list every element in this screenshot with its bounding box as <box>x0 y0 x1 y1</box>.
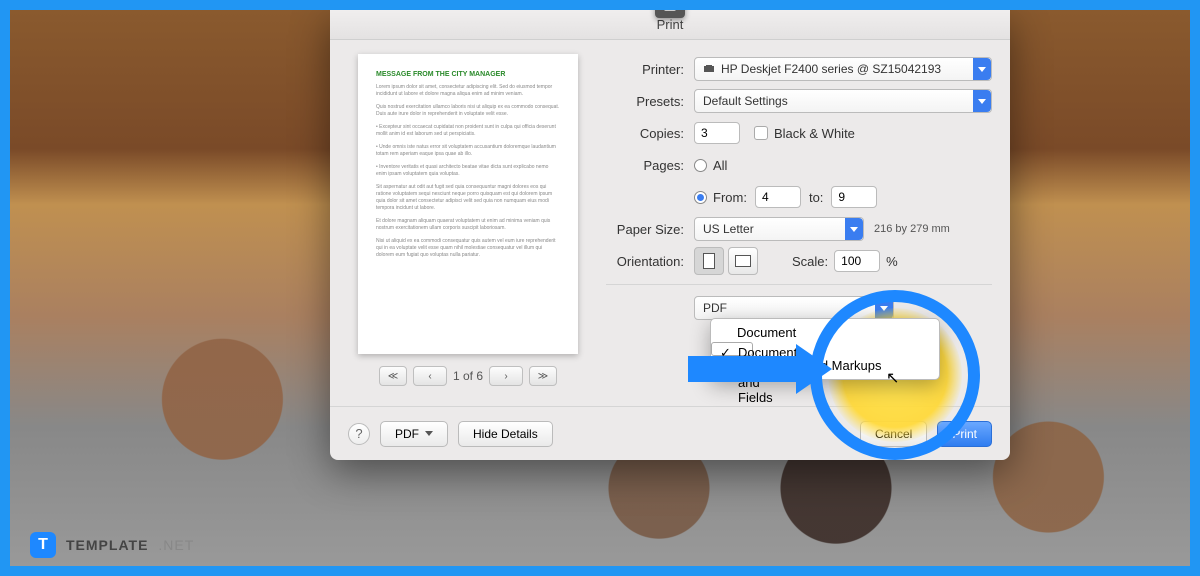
separator <box>606 284 992 285</box>
brand-logo-icon: T <box>30 532 56 558</box>
orientation-label: Orientation: <box>606 254 694 269</box>
paper-size-label: Paper Size: <box>606 222 694 237</box>
brand-watermark: T TEMPLATE .NET <box>30 532 194 558</box>
print-dialog: Print MESSAGE FROM THE CITY MANAGER Lore… <box>330 10 1010 460</box>
pages-range-radio[interactable] <box>694 191 707 204</box>
pages-to-label: to: <box>809 190 823 205</box>
printer-icon <box>703 63 715 75</box>
layout-dropdown[interactable]: PDF <box>694 296 894 320</box>
dialog-footer: ? PDF Hide Details Cancel Print <box>330 406 1010 460</box>
cursor-icon: ↖ <box>886 368 899 388</box>
cancel-label: Cancel <box>875 427 912 441</box>
pages-all-radio[interactable] <box>694 159 707 172</box>
submenu-item-document[interactable]: Document <box>711 323 939 342</box>
pages-all-label: All <box>713 158 727 173</box>
bw-label: Black & White <box>774 126 855 141</box>
printer-dropdown[interactable]: HP Deskjet F2400 series @ SZ15042193 <box>694 57 992 81</box>
preview-column: MESSAGE FROM THE CITY MANAGER Lorem ipsu… <box>348 54 588 402</box>
printer-value: HP Deskjet F2400 series @ SZ15042193 <box>721 62 941 76</box>
print-label: Print <box>952 427 977 441</box>
annotation-arrow <box>688 356 798 382</box>
chevron-down-icon <box>845 218 863 240</box>
orientation-portrait-button[interactable] <box>694 247 724 275</box>
printer-label: Printer: <box>606 62 694 77</box>
help-button[interactable]: ? <box>348 423 370 445</box>
scale-input[interactable] <box>834 250 880 272</box>
scale-pct: % <box>886 254 898 269</box>
orientation-landscape-button[interactable] <box>728 247 758 275</box>
page-preview: MESSAGE FROM THE CITY MANAGER Lorem ipsu… <box>358 54 578 354</box>
paper-size-value: US Letter <box>703 222 754 236</box>
chevron-down-icon <box>425 431 433 436</box>
brand-text-1: TEMPLATE <box>66 537 148 553</box>
chevron-down-icon <box>973 90 991 112</box>
copies-input[interactable] <box>694 122 740 144</box>
print-button[interactable]: Print <box>937 421 992 447</box>
pages-from-input[interactable] <box>755 186 801 208</box>
bw-checkbox[interactable] <box>754 126 768 140</box>
cancel-button[interactable]: Cancel <box>860 421 927 447</box>
layout-value: PDF <box>703 301 727 315</box>
presets-dropdown[interactable]: Default Settings <box>694 89 992 113</box>
hide-details-label: Hide Details <box>473 427 538 441</box>
paper-size-dropdown[interactable]: US Letter <box>694 217 864 241</box>
page-next-button[interactable]: › <box>489 366 523 386</box>
hide-details-button[interactable]: Hide Details <box>458 421 553 447</box>
presets-value: Default Settings <box>703 94 788 108</box>
submenu-item-markups-fields[interactable]: Document, Markups and Fields <box>711 342 753 356</box>
page-first-button[interactable]: ≪ <box>379 366 407 386</box>
page-last-button[interactable]: ≫ <box>529 366 557 386</box>
pdf-menu-button[interactable]: PDF <box>380 421 448 447</box>
page-prev-button[interactable]: ‹ <box>413 366 447 386</box>
pager: ≪ ‹ 1 of 6 › ≫ <box>379 366 557 386</box>
pages-from-label: From: <box>713 190 747 205</box>
pdf-button-label: PDF <box>395 427 419 441</box>
presets-label: Presets: <box>606 94 694 109</box>
scale-label: Scale: <box>792 254 828 269</box>
chevron-down-icon <box>973 58 991 80</box>
pages-label: Pages: <box>606 158 694 173</box>
chevron-down-icon <box>875 297 893 319</box>
paper-size-note: 216 by 279 mm <box>874 223 950 235</box>
pages-to-input[interactable] <box>831 186 877 208</box>
page-count: 1 of 6 <box>453 369 483 383</box>
brand-text-2: .NET <box>158 537 194 553</box>
app-badge-icon <box>655 0 685 18</box>
preview-heading: MESSAGE FROM THE CITY MANAGER <box>376 70 560 80</box>
copies-label: Copies: <box>606 126 694 141</box>
